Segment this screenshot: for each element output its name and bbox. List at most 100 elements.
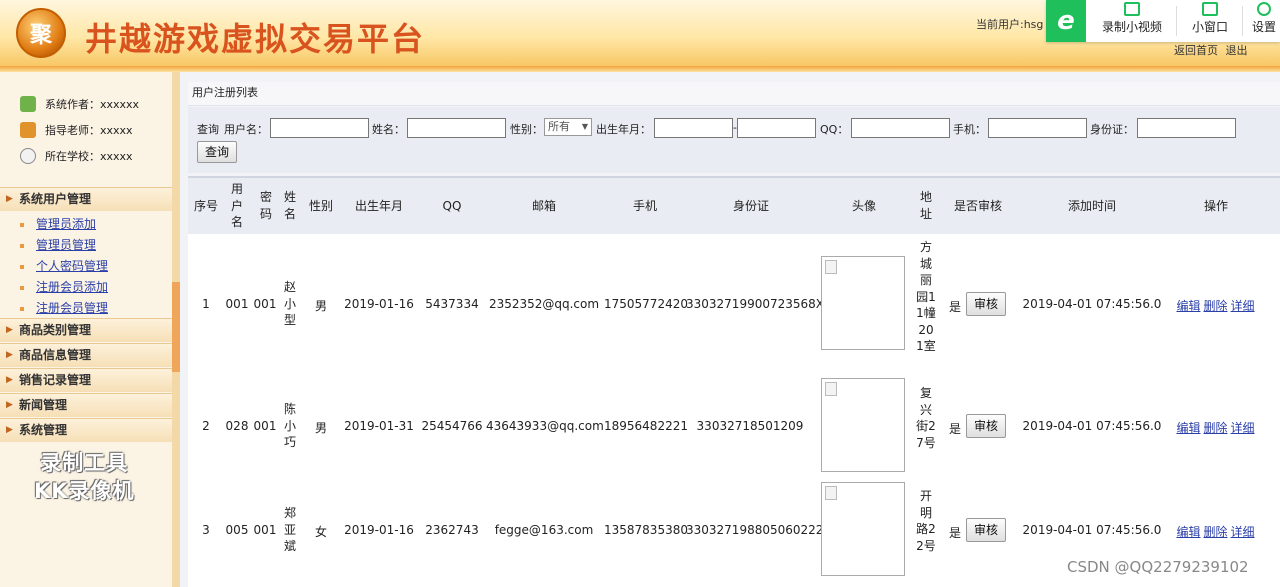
birth-label: 出生年月： [596,123,651,136]
cell-qq: 25454766 [421,419,483,433]
mini-window-button[interactable]: 小窗口 [1188,2,1232,35]
menu-item-admin-manage[interactable]: 管理员管理 [20,236,96,253]
menu-section-category[interactable]: ▶ 商品类别管理 [0,318,172,342]
col-header-password: 密码 [259,190,272,221]
home-link[interactable]: 返回首页 [1174,44,1218,57]
username-input[interactable] [270,118,369,138]
delete-link[interactable]: 删除 [1203,421,1227,435]
settings-label: 设置 [1251,20,1276,34]
search-button[interactable]: 查询 [197,141,237,163]
cell-phone: 18956482221 [604,419,688,433]
delete-link[interactable]: 删除 [1203,525,1227,539]
birth-end-input[interactable] [737,118,816,138]
cell-name: 赵小型 [283,280,296,327]
cell-no: 1 [202,297,210,311]
cell-idcard: 33032718501209 [696,419,804,433]
toolbar-separator [1242,6,1243,36]
edit-link[interactable]: 编辑 [1176,525,1200,539]
toolbar-separator [1176,6,1177,36]
name-label: 姓名： [372,123,405,136]
cell-ops: 编辑 删除 详细 [1174,419,1260,436]
cell-time: 2019-04-01 07:45:56.0 [1022,419,1162,433]
edit-link[interactable]: 编辑 [1176,421,1200,435]
tv-icon [1202,2,1218,16]
cell-birth: 2019-01-16 [344,297,414,311]
bullet-icon [20,285,24,290]
menu-item-label: 注册会员管理 [36,301,109,315]
settings-button[interactable]: 设置 [1248,2,1280,35]
edit-link[interactable]: 编辑 [1176,299,1200,313]
cell-username: 001 [225,297,249,311]
section-label: 系统用户管理 [19,192,92,206]
school-label: 所在学校：xxxxx [45,150,133,163]
menu-item-label: 个人密码管理 [36,259,109,273]
col-header-username: 用户名 [230,182,243,229]
bullet-icon [20,306,24,311]
gender-select[interactable]: 所有 ▼ [544,118,592,136]
menu-item-member-manage[interactable]: 注册会员管理 [20,299,108,316]
cell-name: 郑亚斌 [283,506,296,553]
watermark-line: 录制工具 [40,451,129,475]
col-header-name: 姓名 [283,190,296,221]
detail-link[interactable]: 详细 [1231,421,1255,435]
audit-button[interactable]: 审核 [966,292,1006,316]
qq-input[interactable] [851,118,950,138]
cell-password: 001 [253,297,277,311]
menu-section-goods[interactable]: ▶ 商品信息管理 [0,343,172,367]
cell-no: 3 [202,523,210,537]
delete-link[interactable]: 删除 [1203,299,1227,313]
cell-idcard: 330327198805060222 [686,523,824,537]
idcard-input[interactable] [1137,118,1236,138]
menu-section-system[interactable]: ▶ 系统管理 [0,418,172,442]
menu-item-member-add[interactable]: 注册会员添加 [20,278,108,295]
audit-button[interactable]: 审核 [966,518,1006,542]
phone-label: 手机： [953,123,986,136]
username-label: 用户名： [224,123,268,136]
cell-email: fegge@163.com [494,523,594,537]
sidebar-splitter[interactable] [172,72,180,587]
cell-username: 028 [225,419,249,433]
section-label: 销售记录管理 [19,373,92,387]
avatar-image [821,378,905,472]
detail-link[interactable]: 详细 [1231,299,1255,313]
audit-button[interactable]: 审核 [966,414,1006,438]
menu-item-label: 注册会员添加 [36,280,109,294]
watermark-line: KK录像机 [34,479,135,503]
menu-item-admin-add[interactable]: 管理员添加 [20,215,96,232]
phone-input[interactable] [988,118,1087,138]
chevron-down-icon: ▼ [581,122,588,131]
search-prefix: 查询 [197,123,219,136]
splitter-handle[interactable] [172,282,180,372]
cell-ops: 编辑 删除 详细 [1174,297,1260,314]
col-header-qq: QQ [442,199,462,213]
arrow-right-icon: ▶ [6,425,13,435]
logout-link[interactable]: 退出 [1226,44,1248,57]
cell-username: 005 [225,523,249,537]
col-header-gender: 性别 [308,199,333,213]
birth-start-input[interactable] [654,118,733,138]
menu-item-password[interactable]: 个人密码管理 [20,257,108,274]
menu-section-system-users[interactable]: ▶ 系统用户管理 [0,187,172,211]
bullet-icon [20,222,24,227]
menu-section-news[interactable]: ▶ 新闻管理 [0,393,172,417]
arrow-right-icon: ▶ [6,350,13,360]
broken-image-icon [825,486,837,500]
school-info: 所在学校：xxxxx [20,148,133,164]
name-input[interactable] [407,118,506,138]
record-video-button[interactable]: 录制小视频 [1102,2,1162,35]
col-header-address: 地址 [919,190,932,221]
menu-section-sales[interactable]: ▶ 销售记录管理 [0,368,172,392]
menu-item-label: 管理员添加 [36,217,97,231]
broken-image-icon [825,382,837,396]
cell-address: 方城丽园11幢201室 [916,240,936,353]
col-header-idcard: 身份证 [732,199,769,213]
avatar-image [821,256,905,350]
cell-ops: 编辑 删除 详细 [1174,523,1260,540]
cell-no: 2 [202,419,210,433]
cell-address: 开明路22号 [916,489,936,553]
cell-birth: 2019-01-16 [344,523,414,537]
detail-link[interactable]: 详细 [1231,525,1255,539]
cell-audit: 是 [948,526,961,540]
cell-time: 2019-04-01 07:45:56.0 [1022,523,1162,537]
current-user: 当前用户:hsg [976,18,1044,31]
